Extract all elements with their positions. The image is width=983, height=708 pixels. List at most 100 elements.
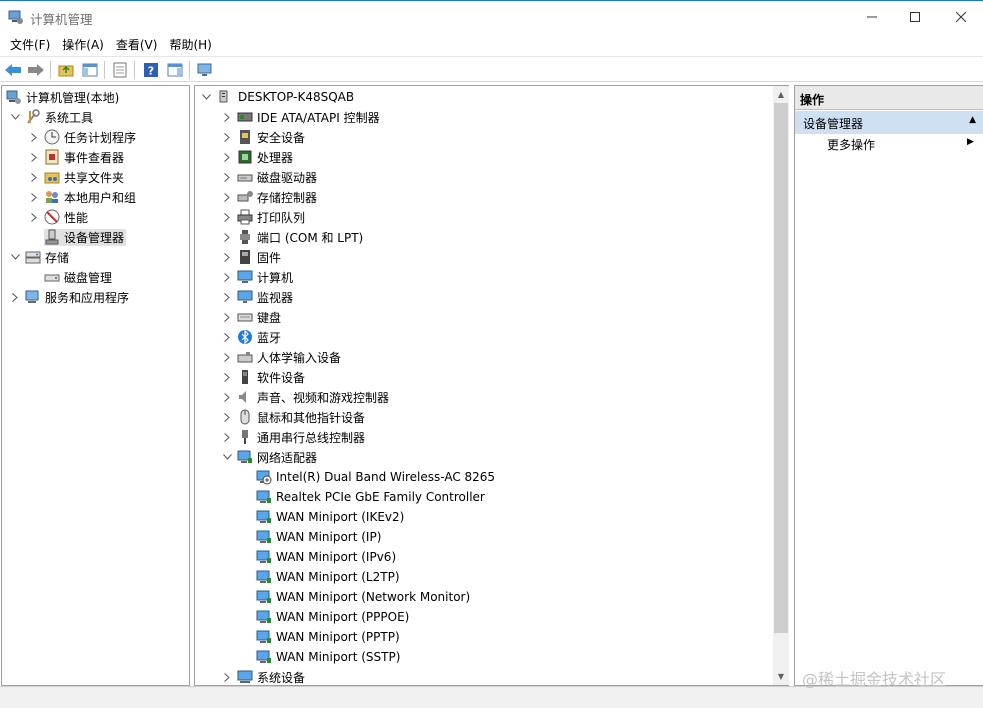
item-content[interactable]: 磁盘驱动器 <box>237 169 317 186</box>
menu-view[interactable]: 查看(V) <box>111 33 163 55</box>
device-tree-item[interactable]: 固件 <box>195 247 281 267</box>
device-tree-item[interactable]: 计算机 <box>195 267 293 287</box>
item-content[interactable]: 蓝牙 <box>237 329 281 346</box>
item-content[interactable]: Intel(R) Dual Band Wireless-AC 8265 <box>256 469 495 485</box>
device-tree-item[interactable]: 磁盘驱动器 <box>195 167 317 187</box>
item-content[interactable]: 通用串行总线控制器 <box>237 429 365 446</box>
item-content[interactable]: 端口 (COM 和 LPT) <box>237 229 363 246</box>
scroll-down-arrow-icon[interactable]: ▼ <box>773 668 789 685</box>
item-content[interactable]: 监视器 <box>237 289 293 306</box>
menu-file[interactable]: 文件(F) <box>5 33 55 55</box>
chevron-right-icon[interactable] <box>221 187 233 207</box>
device-tree-item[interactable]: 通用串行总线控制器 <box>195 427 365 447</box>
item-content[interactable]: WAN Miniport (Network Monitor) <box>256 589 470 605</box>
chevron-right-icon[interactable] <box>221 347 233 367</box>
device-tree-item[interactable]: WAN Miniport (SSTP) <box>195 647 400 667</box>
item-content[interactable]: 存储控制器 <box>237 189 317 206</box>
nav-tree-item[interactable]: 本地用户和组 <box>2 187 136 207</box>
close-button[interactable] <box>938 1 983 33</box>
actions-section-header[interactable]: 设备管理器 ▲ <box>795 111 983 134</box>
item-content[interactable]: WAN Miniport (PPPOE) <box>256 609 409 625</box>
nav-tree-item[interactable]: 服务和应用程序 <box>2 287 129 307</box>
chevron-right-icon[interactable] <box>221 247 233 267</box>
item-content[interactable]: 键盘 <box>237 309 281 326</box>
chevron-right-icon[interactable] <box>221 227 233 247</box>
chevron-right-icon[interactable] <box>221 387 233 407</box>
chevron-right-icon[interactable] <box>28 207 40 227</box>
item-content[interactable]: 性能 <box>44 209 88 226</box>
item-content[interactable]: 系统设备 <box>237 669 305 686</box>
item-content[interactable]: 软件设备 <box>237 369 305 386</box>
properties-icon[interactable] <box>110 60 130 80</box>
more-actions-item[interactable]: 更多操作 <box>827 136 875 153</box>
chevron-down-icon[interactable] <box>221 447 233 467</box>
nav-tree-item[interactable]: 任务计划程序 <box>2 127 136 147</box>
item-content[interactable]: WAN Miniport (SSTP) <box>256 649 400 665</box>
device-tree-item[interactable]: 人体学输入设备 <box>195 347 341 367</box>
chevron-down-icon[interactable] <box>200 87 212 107</box>
menu-help[interactable]: 帮助(H) <box>164 33 216 55</box>
vertical-scrollbar[interactable]: ▲ ▼ <box>773 86 789 685</box>
item-content[interactable]: 本地用户和组 <box>44 189 136 206</box>
device-tree-item[interactable]: 蓝牙 <box>195 327 281 347</box>
device-tree-item[interactable]: 键盘 <box>195 307 281 327</box>
chevron-right-icon[interactable] <box>28 127 40 147</box>
device-tree-item[interactable]: WAN Miniport (IKEv2) <box>195 507 404 527</box>
item-content[interactable]: 磁盘管理 <box>44 269 112 286</box>
scan-hardware-icon[interactable] <box>195 60 215 80</box>
device-tree-item[interactable]: 端口 (COM 和 LPT) <box>195 227 363 247</box>
nav-tree-item[interactable]: 事件查看器 <box>2 147 124 167</box>
maximize-button[interactable] <box>892 1 938 33</box>
device-tree-item[interactable]: 声音、视频和游戏控制器 <box>195 387 389 407</box>
item-content[interactable]: 人体学输入设备 <box>237 349 341 366</box>
chevron-right-icon[interactable] <box>221 167 233 187</box>
nav-tree-item[interactable]: 性能 <box>2 207 88 227</box>
device-tree-item[interactable]: WAN Miniport (Network Monitor) <box>195 587 470 607</box>
item-content[interactable]: 固件 <box>237 249 281 266</box>
nav-tree-item[interactable]: 共享文件夹 <box>2 167 124 187</box>
collapse-up-icon[interactable]: ▲ <box>969 115 976 125</box>
item-content[interactable]: 存储 <box>25 249 69 266</box>
device-tree-item[interactable]: 网络适配器 <box>195 447 317 467</box>
show-hide-tree-icon[interactable] <box>80 60 100 80</box>
device-tree-item[interactable]: 处理器 <box>195 147 293 167</box>
device-tree-item[interactable]: WAN Miniport (IP) <box>195 527 381 547</box>
nav-tree-item[interactable]: 设备管理器 <box>2 227 127 247</box>
chevron-right-icon[interactable] <box>221 287 233 307</box>
chevron-right-icon[interactable] <box>221 307 233 327</box>
item-content[interactable]: 共享文件夹 <box>44 169 124 186</box>
device-tree-item[interactable]: WAN Miniport (PPTP) <box>195 627 400 647</box>
chevron-down-icon[interactable] <box>9 107 21 127</box>
device-tree-item[interactable]: 系统设备 <box>195 667 305 686</box>
item-content[interactable]: WAN Miniport (PPTP) <box>256 629 400 645</box>
item-content[interactable]: 任务计划程序 <box>44 129 136 146</box>
item-content[interactable]: 系统工具 <box>25 109 93 126</box>
up-folder-icon[interactable] <box>56 60 76 80</box>
item-content[interactable]: 安全设备 <box>237 129 305 146</box>
chevron-right-icon[interactable] <box>221 327 233 347</box>
chevron-right-icon[interactable] <box>221 147 233 167</box>
item-content[interactable]: 声音、视频和游戏控制器 <box>237 389 389 406</box>
item-content[interactable]: IDE ATA/ATAPI 控制器 <box>237 109 380 126</box>
item-content[interactable]: Realtek PCIe GbE Family Controller <box>256 489 485 505</box>
item-content[interactable]: 事件查看器 <box>44 149 124 166</box>
chevron-right-icon[interactable] <box>221 267 233 287</box>
item-content[interactable]: 计算机管理(本地) <box>6 89 119 106</box>
device-tree-item[interactable]: IDE ATA/ATAPI 控制器 <box>195 107 380 127</box>
action-pane-icon[interactable] <box>165 60 185 80</box>
tree-root[interactable]: DESKTOP-K48SQAB <box>195 87 354 107</box>
chevron-right-icon[interactable] <box>221 667 233 685</box>
nav-tree-item[interactable]: 存储 <box>2 247 69 267</box>
item-content[interactable]: 计算机 <box>237 269 293 286</box>
chevron-right-icon[interactable] <box>221 107 233 127</box>
chevron-down-icon[interactable] <box>9 247 21 267</box>
device-tree-item[interactable]: WAN Miniport (IPv6) <box>195 547 396 567</box>
item-content[interactable]: 服务和应用程序 <box>25 289 129 306</box>
item-content[interactable]: 网络适配器 <box>237 449 317 466</box>
chevron-right-icon[interactable] <box>221 367 233 387</box>
menu-action[interactable]: 操作(A) <box>57 33 109 55</box>
help-icon[interactable]: ? <box>141 60 161 80</box>
item-content[interactable]: 打印队列 <box>237 209 305 226</box>
chevron-right-icon[interactable] <box>28 167 40 187</box>
device-tree-item[interactable]: Intel(R) Dual Band Wireless-AC 8265 <box>195 467 495 487</box>
